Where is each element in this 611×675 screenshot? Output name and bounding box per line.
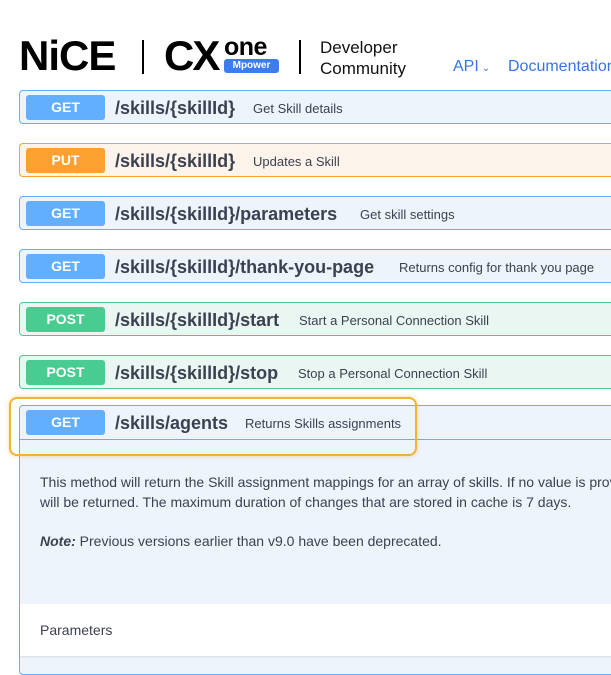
cxone-logo[interactable]: CX bbox=[164, 33, 220, 79]
operation-path: /skills/{skillId} bbox=[115, 98, 236, 118]
operation-get-thank-you-page[interactable]: GET /skills/{skillId}/thank-you-page Ret… bbox=[19, 249, 611, 283]
site-title: Developer Community bbox=[320, 37, 406, 79]
parameters-label: Parameters bbox=[40, 622, 113, 638]
operation-post-skill-start[interactable]: POST /skills/{skillId}/start Start a Per… bbox=[19, 302, 611, 336]
deprecation-note: Note: Previous versions earlier than v9.… bbox=[40, 531, 442, 551]
site-header: NiCE CX one Mpower Developer Community A… bbox=[0, 0, 611, 97]
operation-description: Returns config for thank you page bbox=[399, 260, 595, 275]
method-badge: POST bbox=[26, 360, 105, 385]
operation-description: Stop a Personal Connection Skill bbox=[298, 366, 488, 381]
site-title-line1: Developer bbox=[320, 38, 398, 57]
logo-divider bbox=[142, 40, 144, 74]
nav-api-menu[interactable]: API ⌄ bbox=[453, 58, 490, 76]
operation-put-skill[interactable]: PUT /skills/{skillId} Updates a Skill bbox=[19, 143, 611, 177]
operation-description: Updates a Skill bbox=[253, 154, 340, 169]
nav-api-label: API bbox=[453, 58, 479, 75]
operation-post-skill-stop[interactable]: POST /skills/{skillId}/stop Stop a Perso… bbox=[19, 355, 611, 389]
nice-logo[interactable]: NiCE bbox=[19, 33, 116, 79]
operation-get-skill-parameters[interactable]: GET /skills/{skillId}/parameters Get ski… bbox=[19, 196, 611, 230]
operation-description: Get skill settings bbox=[360, 207, 455, 222]
operation-get-skill[interactable]: GET /skills/{skillId} Get Skill details bbox=[19, 90, 611, 124]
operation-description-body-line1: This method will return the Skill assign… bbox=[40, 474, 611, 490]
method-badge: POST bbox=[26, 307, 105, 332]
nav-documentation-link[interactable]: Documentation bbox=[508, 58, 611, 76]
parameters-section-header: Parameters bbox=[20, 604, 611, 656]
method-badge: GET bbox=[26, 201, 105, 226]
title-divider bbox=[299, 40, 301, 74]
operation-description-body-line2: will be returned. The maximum duration o… bbox=[40, 494, 572, 510]
operation-description: Get Skill details bbox=[253, 101, 343, 116]
cxone-logo-one: one bbox=[224, 33, 267, 61]
chevron-down-icon: ⌄ bbox=[481, 63, 491, 74]
note-text: Previous versions earlier than v9.0 have… bbox=[75, 533, 442, 549]
site-title-line2: Community bbox=[320, 59, 406, 78]
method-badge: PUT bbox=[26, 148, 105, 173]
method-badge: GET bbox=[26, 95, 105, 120]
operation-path: /skills/{skillId}/start bbox=[115, 310, 280, 330]
operation-description: Start a Personal Connection Skill bbox=[299, 313, 490, 328]
method-badge: GET bbox=[26, 254, 105, 279]
note-label: Note: bbox=[40, 533, 76, 549]
operation-path: /skills/{skillId} bbox=[115, 151, 236, 171]
highlight-box bbox=[9, 397, 417, 456]
operation-path: /skills/{skillId}/thank-you-page bbox=[115, 257, 375, 277]
operation-path: /skills/{skillId}/parameters bbox=[115, 204, 338, 224]
operation-path: /skills/{skillId}/stop bbox=[115, 363, 279, 383]
mpower-badge: Mpower bbox=[224, 59, 279, 73]
